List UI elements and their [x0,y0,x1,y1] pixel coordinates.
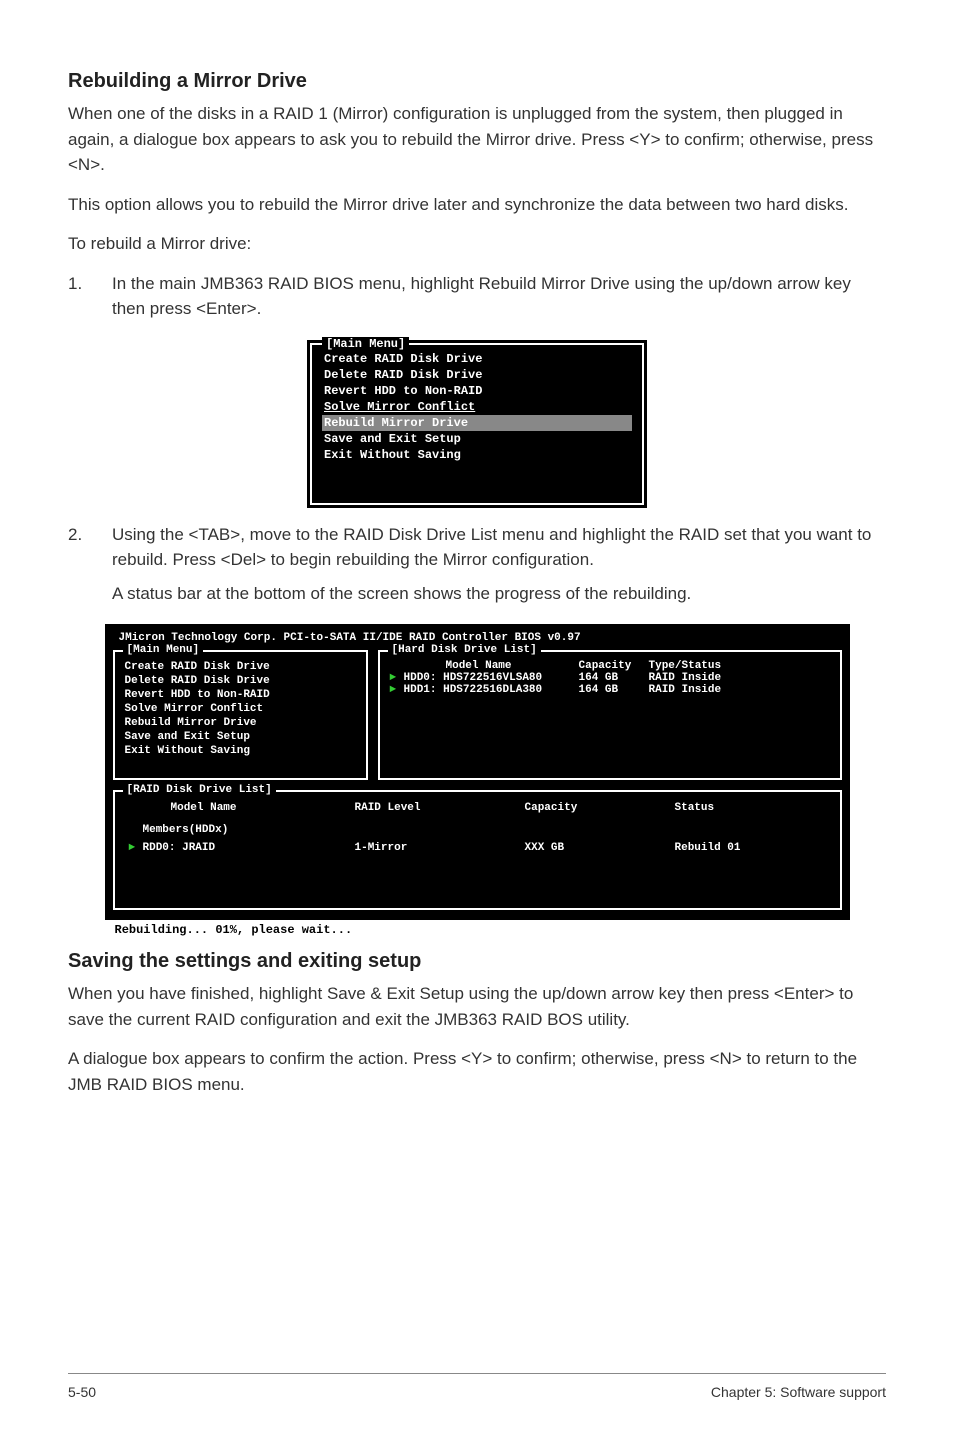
raid-name: RDD0: JRAID [143,842,355,854]
bios-menu-item: Exit Without Saving [125,744,356,758]
bios-main-menu-small: [Main Menu] Create RAID Disk DriveDelete… [307,340,647,508]
page-footer: 5-50 Chapter 5: Software support [68,1373,886,1400]
bios-menu-item: Revert HDD to Non-RAID [125,688,356,702]
bios-menu-item: Exit Without Saving [322,447,632,463]
bios-menu-item: Create RAID Disk Drive [125,660,356,674]
col-header: Capacity [579,660,649,672]
bios-menu-item: Solve Mirror Conflict [322,399,632,415]
bios-menu-item: Rebuild Mirror Drive [322,415,632,431]
heading-rebuilding: Rebuilding a Mirror Drive [68,70,886,93]
raid-level: 1-Mirror [355,842,525,854]
raid-status: Rebuild 01 [675,842,830,854]
page-number: 5-50 [68,1384,96,1400]
bios-menu-item: Solve Mirror Conflict [125,702,356,716]
bios-status-bar: Rebuilding... 01%, please wait... [105,920,850,940]
paragraph: This option allows you to rebuild the Mi… [68,192,886,218]
paragraph: When one of the disks in a RAID 1 (Mirro… [68,101,886,178]
bios-menu-item: Save and Exit Setup [322,431,632,447]
panel-title: [Hard Disk Drive List] [388,644,541,656]
col-header: Status [675,802,830,814]
panel-title: [Main Menu] [123,644,204,656]
bios-menu-item: Revert HDD to Non-RAID [322,383,632,399]
bios-menu-item: Rebuild Mirror Drive [125,716,356,730]
step-text: Using the <TAB>, move to the RAID Disk D… [112,522,886,573]
bios-hdd-list-panel: [Hard Disk Drive List] Model Name Capaci… [378,650,842,780]
bios-menu-title: [Main Menu] [322,337,409,351]
step-text: In the main JMB363 RAID BIOS menu, highl… [112,271,886,322]
col-header: Model Name [404,660,579,672]
raid-capacity: XXX GB [525,842,675,854]
members-label: Members(HDDx) [125,824,830,836]
hdd-label: HDD1: HDS722516DLA380 [404,684,579,696]
triangle-icon: ► [390,684,404,696]
col-header: RAID Level [355,802,525,814]
step-number: 2. [68,522,112,615]
panel-title: [RAID Disk Drive List] [123,784,276,796]
step-number: 1. [68,271,112,330]
triangle-icon: ► [390,672,404,684]
bios-menu-item: Delete RAID Disk Drive [322,367,632,383]
step-text: A status bar at the bottom of the screen… [112,581,886,607]
bios-menu-item: Delete RAID Disk Drive [125,674,356,688]
paragraph: A dialogue box appears to confirm the ac… [68,1046,886,1097]
hdd-type: RAID Inside [649,672,830,684]
col-header: Type/Status [649,660,830,672]
hdd-capacity: 164 GB [579,672,649,684]
bios-raid-list-panel: [RAID Disk Drive List] Model Name RAID L… [113,790,842,910]
bios-menu-item: Save and Exit Setup [125,730,356,744]
bios-raid-controller-screen: JMicron Technology Corp. PCI-to-SATA II/… [105,624,850,940]
hdd-capacity: 164 GB [579,684,649,696]
paragraph: To rebuild a Mirror drive: [68,231,886,257]
col-header: Capacity [525,802,675,814]
bios-menu-item: Create RAID Disk Drive [322,351,632,367]
hdd-label: HDD0: HDS722516VLSA80 [404,672,579,684]
hdd-row: ►HDD0: HDS722516VLSA80164 GBRAID Inside [390,672,830,684]
heading-saving: Saving the settings and exiting setup [68,950,886,973]
paragraph: When you have finished, highlight Save &… [68,981,886,1032]
chapter-label: Chapter 5: Software support [711,1384,886,1400]
triangle-icon: ► [125,842,143,854]
col-header: Model Name [125,802,355,814]
hdd-type: RAID Inside [649,684,830,696]
bios-main-menu-panel: [Main Menu] Create RAID Disk DriveDelete… [113,650,368,780]
hdd-row: ►HDD1: HDS722516DLA380164 GBRAID Inside [390,684,830,696]
